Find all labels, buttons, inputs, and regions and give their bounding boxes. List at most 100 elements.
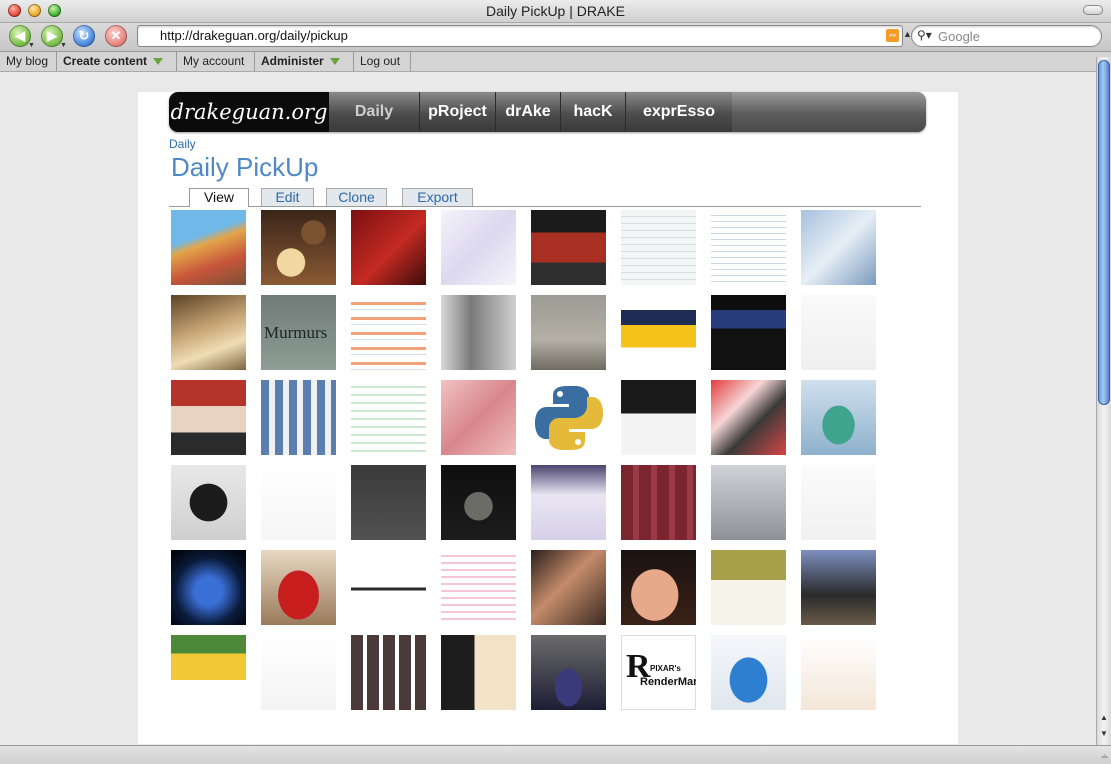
- tab-edit[interactable]: Edit: [261, 188, 314, 206]
- stop-icon: ✕: [110, 28, 122, 43]
- thumbnail-collage[interactable]: [711, 380, 786, 455]
- thumbnail-group-photo[interactable]: [171, 380, 246, 455]
- dropdown-arrow-icon: [329, 58, 340, 66]
- thumbnail-exhibition[interactable]: [531, 210, 606, 285]
- address-bar[interactable]: http://drakeguan.org/daily/pickup ∾: [137, 25, 903, 47]
- window-title: Daily PickUp | DRAKE: [485, 3, 625, 19]
- page-body: drakeguan.org Daily pRoject drAke hacK e…: [138, 92, 958, 744]
- thumbnail-dark-baby[interactable]: [441, 465, 516, 540]
- nav-filler: [732, 92, 926, 132]
- tab-view[interactable]: View: [189, 188, 249, 207]
- scrollbar-thumb[interactable]: [1098, 60, 1110, 405]
- site-logo[interactable]: drakeguan.org: [169, 92, 329, 132]
- thumbnail-red-poster[interactable]: [351, 210, 426, 285]
- forward-history-icon[interactable]: ▼: [60, 42, 67, 49]
- thumbnail-app-ui[interactable]: [621, 465, 696, 540]
- thumbnail-sketch[interactable]: [441, 210, 516, 285]
- nav-project[interactable]: pRoject: [420, 92, 496, 132]
- thumbnail-pale-sketch[interactable]: [801, 465, 876, 540]
- thumbnail-yellow-web[interactable]: [171, 635, 246, 710]
- vertical-scrollbar[interactable]: ▲ ▼: [1096, 57, 1111, 745]
- rss-icon[interactable]: ∾: [886, 29, 899, 42]
- thumbnail-website[interactable]: [621, 210, 696, 285]
- thumbnail-pink-art[interactable]: [441, 380, 516, 455]
- admin-menu-my-account[interactable]: My account: [177, 52, 255, 71]
- admin-menu-administer[interactable]: Administer: [255, 52, 354, 71]
- reload-button[interactable]: ↻: [73, 25, 95, 47]
- thumbnail-sign[interactable]: [711, 550, 786, 625]
- thumbnail-vw-bus[interactable]: [801, 380, 876, 455]
- thumbnail-document[interactable]: [351, 550, 426, 625]
- forward-arrow-icon: ▶: [47, 28, 57, 43]
- admin-menu-create-content[interactable]: Create content: [57, 52, 177, 71]
- back-history-icon[interactable]: ▼: [28, 42, 35, 49]
- thumbnail-web-design[interactable]: [711, 295, 786, 370]
- thumbnail-wall-portrait[interactable]: [531, 295, 606, 370]
- thumbnail-murmurs-book[interactable]: Murmurs: [261, 295, 336, 370]
- thumbnail-illustration[interactable]: [171, 210, 246, 285]
- thumbnail-alley[interactable]: [171, 295, 246, 370]
- thumbnail-comic[interactable]: [801, 635, 876, 710]
- thumbnail-party-photo[interactable]: [531, 550, 606, 625]
- search-placeholder: Google: [938, 29, 980, 44]
- tab-export[interactable]: Export: [402, 188, 473, 206]
- thumbnail-spreadsheet[interactable]: [351, 380, 426, 455]
- renderman-label-2: RenderMan: [640, 676, 696, 688]
- thumbnail-figure-drawing[interactable]: [171, 465, 246, 540]
- nav-daily[interactable]: Daily: [329, 92, 420, 132]
- stop-button[interactable]: ✕: [105, 25, 127, 47]
- scroll-down-icon[interactable]: ▼: [1100, 729, 1108, 738]
- admin-menu-label: Create content: [63, 54, 148, 68]
- nav-expresso[interactable]: exprEsso: [626, 92, 732, 132]
- thumbnail-blue-car[interactable]: [711, 635, 786, 710]
- toolbar-toggle-button[interactable]: [1083, 5, 1103, 15]
- thumbnail-web-grid[interactable]: [261, 380, 336, 455]
- dropdown-arrow-icon: [153, 58, 164, 66]
- thumbnail-couple[interactable]: [441, 635, 516, 710]
- thumbnail-webpage[interactable]: [711, 210, 786, 285]
- address-url: http://drakeguan.org/daily/pickup: [160, 28, 348, 43]
- admin-menu-log-out[interactable]: Log out: [354, 52, 411, 71]
- thumbnail-slide[interactable]: [531, 465, 606, 540]
- site-header: drakeguan.org Daily pRoject drAke hacK e…: [169, 92, 926, 132]
- thumbnail-tunnel[interactable]: [531, 635, 606, 710]
- page-title: Daily PickUp: [171, 152, 319, 182]
- thumbnail-person-box[interactable]: [801, 550, 876, 625]
- thumbnail-portrait[interactable]: [441, 295, 516, 370]
- murmurs-label: Murmurs: [264, 323, 328, 342]
- thumbnail-desktop[interactable]: [801, 210, 876, 285]
- nav-hack[interactable]: hacK: [561, 92, 626, 132]
- breadcrumb[interactable]: Daily: [169, 137, 196, 151]
- renderman-label-1: PIXAR's: [650, 664, 681, 673]
- search-field[interactable]: ⚲▾ Google: [911, 25, 1102, 47]
- search-icon[interactable]: ⚲▾: [917, 28, 932, 42]
- thumbnail-renderman-logo[interactable]: R PIXAR's RenderMan: [621, 635, 696, 710]
- thumbnail-game-logo[interactable]: [171, 550, 246, 625]
- thumbnail-line-drawing[interactable]: [261, 465, 336, 540]
- thumbnail-webpage-dark[interactable]: [621, 380, 696, 455]
- nav-drake[interactable]: drAke: [496, 92, 561, 132]
- admin-menu-my-blog[interactable]: My blog: [0, 52, 57, 71]
- thumbnail-poster[interactable]: [621, 295, 696, 370]
- thumbnail-nude-sketch[interactable]: [261, 635, 336, 710]
- admin-menu-bar: My blog Create content My account Admini…: [0, 52, 1111, 72]
- thumbnail-photo-grid[interactable]: [351, 635, 426, 710]
- python-logo-icon: [535, 386, 603, 450]
- thumbnail-red-car[interactable]: [261, 550, 336, 625]
- thumbnail-gantt-chart[interactable]: [351, 295, 426, 370]
- reload-icon: ↻: [78, 28, 90, 43]
- thumbnail-python-logo[interactable]: [531, 380, 606, 455]
- tab-clone[interactable]: Clone: [326, 188, 387, 206]
- thumbnail-dark-screenshot[interactable]: [351, 465, 426, 540]
- thumbnail-shoulder[interactable]: [621, 550, 696, 625]
- admin-menu-label: My blog: [6, 54, 49, 68]
- admin-menu-label: Log out: [360, 54, 401, 68]
- thumbnail-mac-ui[interactable]: [711, 465, 786, 540]
- thumbnail-pink-doc[interactable]: [441, 550, 516, 625]
- browser-toolbar: ◀ ▼ ▶ ▼ ↻ ✕ http://drakeguan.org/daily/p…: [0, 23, 1111, 52]
- status-bar: ∸: [0, 745, 1111, 764]
- resize-grip-icon[interactable]: ∸: [1101, 752, 1109, 763]
- scroll-up-icon[interactable]: ▲: [1100, 713, 1108, 722]
- thumbnail-mooncakes[interactable]: [261, 210, 336, 285]
- thumbnail-faint-sketch[interactable]: [801, 295, 876, 370]
